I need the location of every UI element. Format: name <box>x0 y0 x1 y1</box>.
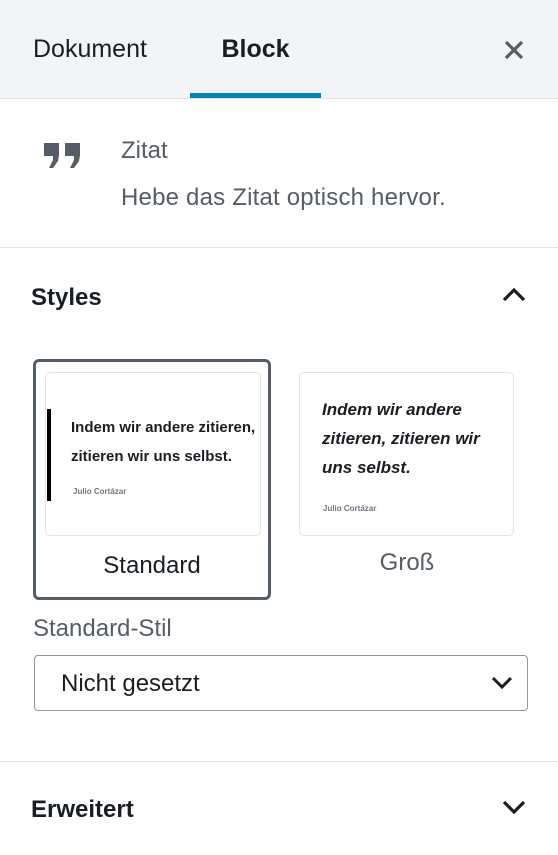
style-option-label: Groß <box>379 549 435 576</box>
block-title: Zitat <box>121 137 168 164</box>
block-description: Hebe das Zitat optisch hervor. <box>121 184 446 211</box>
chevron-down-icon <box>491 676 513 690</box>
preview-citation: Julio Cortázar <box>73 487 127 496</box>
tab-document[interactable]: Dokument <box>33 0 147 99</box>
style-option-label: Standard <box>103 552 201 579</box>
style-preview-large: Indem wir andere zitieren, zitieren wir … <box>299 372 514 536</box>
default-style-value: Nicht gesetzt <box>61 670 200 697</box>
preview-citation: Julio Cortázar <box>323 504 377 513</box>
preview-quote-text: Indem wir andere zitieren, zitieren wir … <box>322 400 480 477</box>
active-tab-indicator <box>190 93 321 98</box>
chevron-down-icon[interactable] <box>501 798 527 816</box>
sidebar-tab-bar: Dokument Block <box>0 0 558 99</box>
style-preview-standard: Indem wir andere zitieren, zitieren wir … <box>45 372 261 536</box>
close-icon <box>504 40 524 60</box>
preview-quote-text: Indem wir andere zitieren, zitieren wir … <box>71 419 256 465</box>
chevron-up-icon[interactable] <box>501 285 527 303</box>
default-style-select[interactable]: Nicht gesetzt <box>34 655 528 711</box>
tab-block[interactable]: Block <box>190 0 321 99</box>
quote-icon <box>44 143 80 168</box>
style-option-standard[interactable]: Indem wir andere zitieren, zitieren wir … <box>33 359 271 600</box>
close-button[interactable] <box>496 32 532 68</box>
advanced-panel-title: Erweitert <box>31 796 134 823</box>
quote-border <box>47 409 51 501</box>
default-style-label: Standard-Stil <box>33 615 172 642</box>
styles-panel-title: Styles <box>31 284 102 311</box>
block-card <box>0 100 558 248</box>
style-option-large[interactable]: Indem wir andere zitieren, zitieren wir … <box>297 370 515 588</box>
